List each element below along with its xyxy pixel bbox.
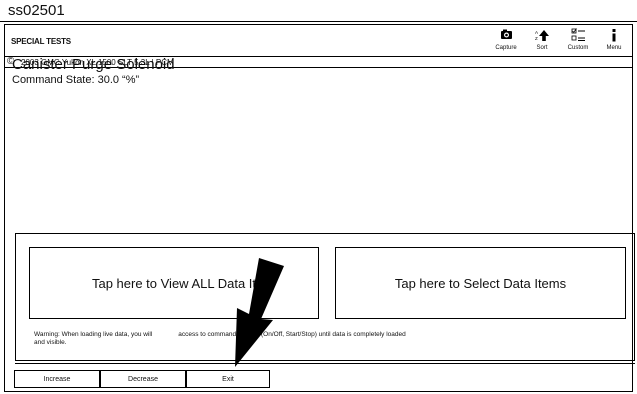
decrease-label: Decrease [128, 375, 158, 383]
capture-label: Capture [495, 45, 517, 51]
sort-label: Sort [536, 45, 548, 51]
figure-id: ss02501 [8, 2, 65, 19]
warning-line2: and visible. [34, 339, 67, 346]
header-bar: SPECIAL TESTS Capture A Z Sort Custom Me… [5, 25, 632, 56]
menu-label: Menu [606, 45, 622, 51]
select-data-items-button[interactable]: Tap here to Select Data Items [335, 247, 626, 319]
menu-icon [612, 29, 616, 42]
warning-line1b: access to command buttons (On/Off, Start… [178, 331, 406, 338]
view-all-data-button[interactable]: Tap here to View ALL Data It [29, 247, 319, 319]
warning-text: Warning: When loading live data, you wil… [34, 331, 594, 347]
view-all-data-label: Tap here to View ALL Data It [91, 275, 257, 291]
increase-label: Increase [43, 375, 71, 383]
sort-icon: A Z [535, 30, 549, 41]
select-data-items-label: Tap here to Select Data Items [394, 275, 567, 291]
command-state: Command State: 30.0 “%” [12, 74, 140, 86]
svg-text:A: A [535, 30, 538, 35]
figure-divider [0, 21, 637, 22]
page-title: SPECIAL TESTS [11, 37, 71, 46]
test-name: Canister Purge Solenoid [12, 56, 175, 73]
exit-button[interactable]: Exit [186, 370, 270, 388]
camera-icon [501, 29, 512, 39]
svg-text:Z: Z [535, 36, 538, 41]
custom-label: Custom [567, 45, 589, 51]
button-bar-divider [15, 363, 635, 364]
increase-button[interactable]: Increase [14, 370, 100, 388]
warning-line1: Warning: When loading live data, you wil… [34, 331, 153, 338]
exit-label: Exit [222, 375, 234, 383]
data-items-panel: Tap here to View ALL Data It Tap here to… [15, 233, 635, 361]
custom-list-icon [571, 28, 585, 41]
decrease-button[interactable]: Decrease [100, 370, 186, 388]
